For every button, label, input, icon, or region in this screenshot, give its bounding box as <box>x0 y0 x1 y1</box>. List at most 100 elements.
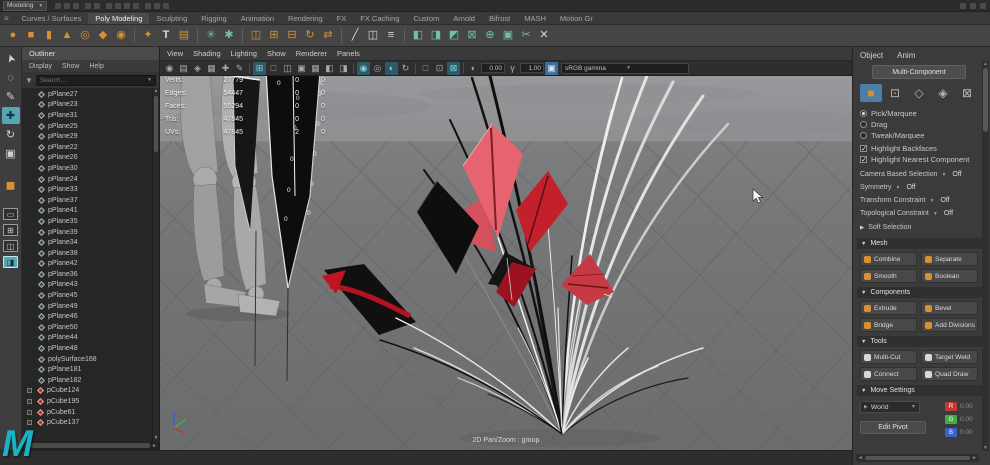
channel-swatch-r[interactable]: R <box>945 402 957 411</box>
outliner-item[interactable]: pCube124 <box>22 386 159 397</box>
shelf-tab-rigging[interactable]: Rigging <box>194 13 233 24</box>
grease-pencil-icon[interactable]: ✎ <box>233 62 246 75</box>
section-header-tools[interactable]: ▼Tools <box>857 336 983 347</box>
scroll-down-arrow-icon[interactable]: ▼ <box>153 435 159 441</box>
scroll-left-arrow-icon[interactable]: ◄ <box>858 455 863 461</box>
outliner-item[interactable]: pPlane26 <box>22 153 159 164</box>
select-tool-icon[interactable]: ➤ <box>0 47 22 70</box>
outliner-item[interactable]: pPlane42 <box>22 259 159 270</box>
menu-set-dropdown[interactable]: Modeling ▼ <box>3 1 47 11</box>
viewport-scene[interactable]: 000000000000 <box>160 76 852 450</box>
outliner-item[interactable]: pPlane37 <box>22 195 159 206</box>
outliner-item[interactable]: pPlane48 <box>22 343 159 354</box>
outliner-item[interactable]: pPlane45 <box>22 290 159 301</box>
layout-outliner-persp-icon[interactable]: ◨ <box>3 256 18 268</box>
outliner-search-input[interactable] <box>40 77 147 84</box>
mirror-geometry-icon[interactable]: ◫ <box>248 28 264 44</box>
outliner-item[interactable]: pPlane23 <box>22 100 159 111</box>
outliner-item[interactable]: pPlane50 <box>22 322 159 333</box>
last-tool-icon[interactable]: ◼ <box>2 176 20 193</box>
outliner-item[interactable]: pPlane22 <box>22 142 159 153</box>
scene-canvas[interactable]: 000000000000 <box>160 76 852 450</box>
edit-pivot-button[interactable]: Edit Pivot <box>860 421 926 434</box>
separate-mesh-icon[interactable]: ⊟ <box>284 28 300 44</box>
outliner-item[interactable]: pPlane41 <box>22 206 159 217</box>
shelf-tab-fx[interactable]: FX <box>330 13 354 24</box>
outliner-item[interactable]: pPlane46 <box>22 311 159 322</box>
snap-curve-icon[interactable] <box>114 2 122 10</box>
render-icon[interactable] <box>144 2 152 10</box>
checkbox-highlight-nearest-component[interactable]: Highlight Nearest Component <box>860 154 978 165</box>
multi-component-button[interactable]: Multi-Component <box>872 65 966 79</box>
axis-orientation-dropdown[interactable]: ▶ World ▼ <box>860 401 920 413</box>
outliner-item[interactable]: pPlane43 <box>22 280 159 291</box>
exposure-field[interactable]: 0.00 <box>481 63 505 73</box>
boolean-button[interactable]: Boolean <box>921 269 978 283</box>
gamma-field[interactable]: 1.00 <box>520 63 544 73</box>
snap-plane-icon[interactable] <box>132 2 140 10</box>
outliner-item[interactable]: pPlane34 <box>22 237 159 248</box>
shelf-menu-icon[interactable]: ≡ <box>4 14 9 23</box>
lock-camera-icon[interactable]: ◉ <box>163 62 176 75</box>
boolean-difference-icon[interactable]: ◨ <box>428 28 444 44</box>
help-icon[interactable] <box>979 2 987 10</box>
viewport-menu-view[interactable]: View <box>167 49 183 58</box>
outliner-item[interactable]: pPlane36 <box>22 269 159 280</box>
visibility-toggle[interactable] <box>27 388 32 393</box>
section-header-mesh[interactable]: ▼Mesh <box>857 238 983 249</box>
film-gate-icon[interactable]: □ <box>267 62 280 75</box>
channel-swatch-g[interactable]: G <box>945 415 957 424</box>
outliner-item[interactable]: pPlane39 <box>22 227 159 238</box>
shelf-tab-rendering[interactable]: Rendering <box>281 13 330 24</box>
lighting-toggle-icon[interactable]: ◉ <box>357 62 370 75</box>
outliner-item[interactable]: pPlane182 <box>22 375 159 386</box>
multi-cut-shelf-icon[interactable]: ╱ <box>347 28 363 44</box>
shelf-tab-sculpting[interactable]: Sculpting <box>149 13 194 24</box>
radio-pick-marquee[interactable]: Pick/Marquee <box>860 108 978 119</box>
channel-swatch-b[interactable]: B <box>945 428 957 437</box>
boolean-intersection-icon[interactable]: ◩ <box>446 28 462 44</box>
poly-cube-icon[interactable]: ■ <box>23 28 39 44</box>
undo-icon[interactable] <box>84 2 92 10</box>
outliner-menu-help[interactable]: Help <box>89 63 103 70</box>
viewport-menu-show[interactable]: Show <box>267 49 286 58</box>
filter-icon[interactable]: ▼ <box>25 76 33 85</box>
radio-button-icon[interactable] <box>860 110 867 117</box>
sign-in-icon[interactable] <box>969 2 977 10</box>
reduce-mesh-icon[interactable]: ⇄ <box>320 28 336 44</box>
scroll-up-arrow-icon[interactable]: ▲ <box>153 88 159 94</box>
extrude-button[interactable]: Extrude <box>860 301 917 315</box>
section-header-components[interactable]: ▼Components <box>857 287 983 298</box>
move-tool-icon[interactable]: ✚ <box>2 107 20 124</box>
outliner-item[interactable]: pCube61 <box>22 407 159 418</box>
connect-button[interactable]: Connect <box>860 367 917 381</box>
snap-point-icon[interactable] <box>123 2 131 10</box>
outliner-item[interactable]: pCube195 <box>22 396 159 407</box>
outliner-item[interactable]: pPlane38 <box>22 248 159 259</box>
scrollbar-thumb[interactable] <box>154 96 158 152</box>
extract-face-icon[interactable]: ⊠ <box>464 28 480 44</box>
shelf-tab-bifrost[interactable]: Bifrost <box>482 13 517 24</box>
outliner-item[interactable]: pPlane35 <box>22 216 159 227</box>
gate-mask-icon[interactable]: ▣ <box>295 62 308 75</box>
uv-mode-icon[interactable]: ⊠ <box>956 84 978 102</box>
outliner-item[interactable]: pPlane27 <box>22 89 159 100</box>
camera-settings-icon[interactable]: ▤ <box>177 62 190 75</box>
poly-cone-icon[interactable]: ▲ <box>59 28 75 44</box>
quad-draw-shelf-icon[interactable]: ▣ <box>500 28 516 44</box>
bevel-button[interactable]: Bevel <box>921 301 978 315</box>
render-settings-icon[interactable] <box>162 2 170 10</box>
delete-edge-icon[interactable]: ✕ <box>536 28 552 44</box>
checkbox-icon[interactable] <box>860 145 867 152</box>
resolution-gate-icon[interactable]: ◫ <box>281 62 294 75</box>
poly-plane-icon[interactable]: ◆ <box>95 28 111 44</box>
outliner-item[interactable]: polySurface168 <box>22 354 159 365</box>
scrollbar-thumb[interactable] <box>31 443 150 448</box>
chevron-down-icon[interactable]: ▼ <box>147 77 152 83</box>
grid-toggle-icon[interactable]: ⊞ <box>253 62 266 75</box>
option-topological-constraint[interactable]: Topological Constraint▼Off <box>860 207 978 220</box>
outliner-item[interactable]: pPlane24 <box>22 174 159 185</box>
type-tool-icon[interactable]: T <box>158 28 174 44</box>
workspace-icon[interactable] <box>959 2 967 10</box>
scroll-up-arrow-icon[interactable]: ▲ <box>982 61 989 67</box>
